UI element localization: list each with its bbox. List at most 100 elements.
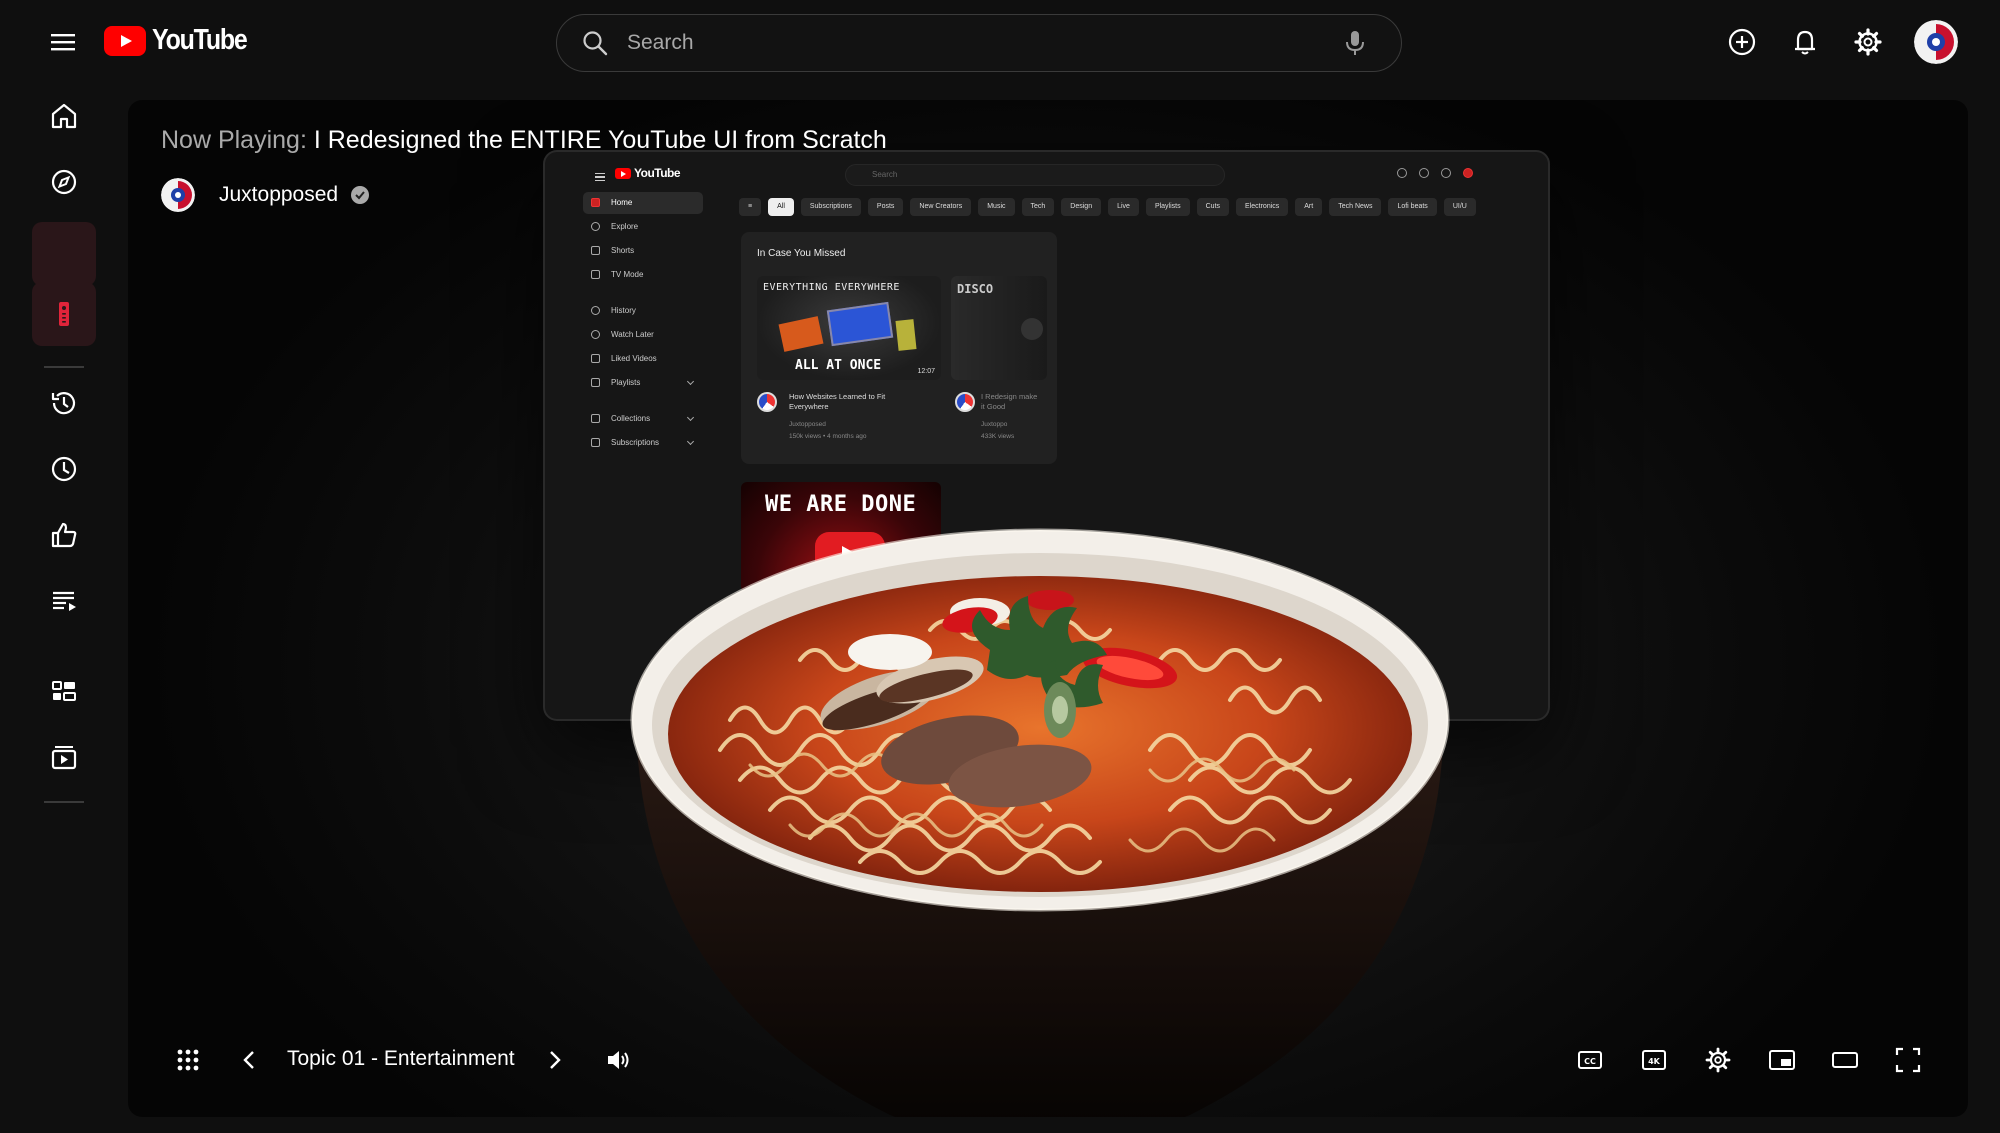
miniplayer-icon	[1769, 1050, 1795, 1070]
mock-chip: Playlists	[1145, 198, 1190, 216]
search-icon[interactable]	[581, 29, 609, 57]
video-player[interactable]: YouTube Search Home Explore Shorts TV Mo…	[128, 100, 1968, 1117]
avatar[interactable]	[1914, 20, 1958, 64]
channel-avatar[interactable]	[161, 178, 195, 212]
mock-chevron-icon	[686, 437, 695, 446]
mock-chevron-icon	[686, 413, 695, 422]
mock-logo-icon	[615, 167, 631, 179]
mock-chips: ≡ All Subscriptions Posts New Creators M…	[739, 198, 1529, 218]
search-input[interactable]	[627, 31, 1341, 55]
collections-icon	[52, 681, 76, 701]
mock-channel-avatar-2	[955, 392, 975, 412]
now-playing-title: Now Playing: I Redesigned the ENTIRE You…	[161, 126, 887, 155]
tv-remote-icon	[59, 302, 69, 326]
sidebar-item-playlists[interactable]	[32, 569, 96, 633]
sidebar-item-subscriptions[interactable]	[32, 725, 96, 789]
sidebar-item-tv-mode[interactable]	[32, 222, 96, 286]
mock-chip: Cuts	[1196, 198, 1230, 216]
chevron-left-icon	[243, 1051, 254, 1069]
quality-4k-button[interactable]: 4K	[1636, 1042, 1672, 1078]
history-icon	[51, 392, 76, 415]
mock-collections-icon	[591, 414, 600, 423]
mock-tv-icon	[591, 270, 600, 279]
mock-chip: Posts	[867, 198, 904, 216]
mock-chip: Subscriptions	[800, 198, 861, 216]
sidebar-item-history[interactable]	[32, 371, 96, 435]
sidebar-item-watch-later[interactable]	[32, 437, 96, 501]
mock-like-icon	[591, 354, 600, 363]
mock-nav-explore: Explore	[583, 216, 703, 238]
fullscreen-icon	[1895, 1047, 1921, 1073]
gear-icon[interactable]	[1848, 22, 1888, 62]
create-plus-icon[interactable]	[1722, 22, 1762, 62]
captions-button[interactable]: CC	[1572, 1042, 1608, 1078]
miniplayer-button[interactable]	[1764, 1042, 1800, 1078]
playlist-icon	[53, 591, 76, 611]
mock-chevron-icon	[686, 377, 695, 386]
4k-icon: 4K	[1642, 1050, 1666, 1070]
mock-chip: Lofi beats	[1388, 198, 1437, 216]
gear-icon	[1705, 1047, 1731, 1073]
chevron-right-icon	[550, 1051, 561, 1069]
grid-menu-button[interactable]	[170, 1042, 206, 1078]
sidebar-item-home[interactable]	[32, 84, 96, 148]
captions-icon: CC	[1578, 1051, 1602, 1069]
logo-text: YouTube	[152, 24, 248, 56]
mock-create-icon	[1397, 168, 1407, 178]
mock-chip: Art	[1295, 198, 1323, 216]
settings-button[interactable]	[1700, 1042, 1736, 1078]
mock-chip: New Creators	[910, 198, 972, 216]
mock-chip: Electronics	[1236, 198, 1289, 216]
video-title[interactable]: I Redesigned the ENTIRE YouTube UI from …	[314, 126, 887, 154]
mock-chip: Live	[1108, 198, 1139, 216]
sidebar-divider-bottom	[44, 801, 84, 803]
sidebar-item-liked-videos[interactable]	[32, 503, 96, 567]
mock-chip: UI/U	[1443, 198, 1476, 216]
previous-topic-button[interactable]	[232, 1042, 268, 1078]
explore-icon	[51, 169, 77, 195]
mock-nav-shorts: Shorts	[583, 240, 703, 262]
mock-chip: Music	[978, 198, 1015, 216]
mock-bell-icon	[1419, 168, 1429, 178]
mock-nav-watch-later: Watch Later	[583, 324, 703, 346]
sidebar-item-tv-remote[interactable]	[32, 282, 96, 346]
next-topic-button[interactable]	[536, 1042, 572, 1078]
search-box[interactable]	[556, 14, 1402, 72]
svg-text:4K: 4K	[1648, 1057, 1661, 1066]
mock-nav-liked: Liked Videos	[583, 348, 703, 370]
verified-badge-icon	[351, 186, 370, 204]
mock-home-icon	[591, 198, 600, 207]
mock-chip: Design	[1061, 198, 1102, 216]
mock-nav-home: Home	[583, 192, 703, 214]
mock-chip: Tech News	[1329, 198, 1382, 216]
menu-icon[interactable]	[45, 28, 81, 56]
sidebar-item-collections[interactable]	[32, 659, 96, 723]
mock-playlist-icon	[591, 378, 600, 387]
mock-nav-subscriptions: Subscriptions	[583, 432, 703, 454]
channel-name[interactable]: Juxtopposed	[219, 183, 338, 207]
mock-search: Search	[845, 164, 1225, 186]
mock-thumbnail: EVERYTHING EVERYWHERE ALL AT ONCE 12:07	[757, 276, 941, 380]
subscriptions-icon	[51, 746, 77, 770]
bell-icon[interactable]	[1785, 22, 1825, 62]
mock-shorts-icon	[591, 246, 600, 255]
theater-mode-icon	[1832, 1052, 1858, 1068]
youtube-logo[interactable]: YouTube	[104, 24, 262, 57]
channel-info: Juxtopposed	[161, 178, 370, 212]
svg-text:CC: CC	[1584, 1057, 1596, 1066]
youtube-logo-icon	[104, 25, 146, 56]
home-icon	[51, 103, 77, 129]
theater-mode-button[interactable]	[1827, 1042, 1863, 1078]
fullscreen-button[interactable]	[1890, 1042, 1926, 1078]
sidebar-item-explore[interactable]	[32, 150, 96, 214]
mock-history-icon	[591, 306, 600, 315]
volume-button[interactable]	[600, 1042, 636, 1078]
mic-icon[interactable]	[1341, 28, 1369, 58]
mock-section-card: In Case You Missed EVERYTHING EVERYWHERE…	[741, 232, 1057, 464]
mock-chip-filter: ≡	[739, 198, 762, 216]
mock-chip: All	[768, 198, 794, 216]
top-bar: YouTube	[0, 0, 2000, 84]
watch-later-icon	[51, 456, 77, 482]
mock-logo: YouTube	[615, 166, 681, 180]
mock-next-icon	[1021, 318, 1043, 340]
